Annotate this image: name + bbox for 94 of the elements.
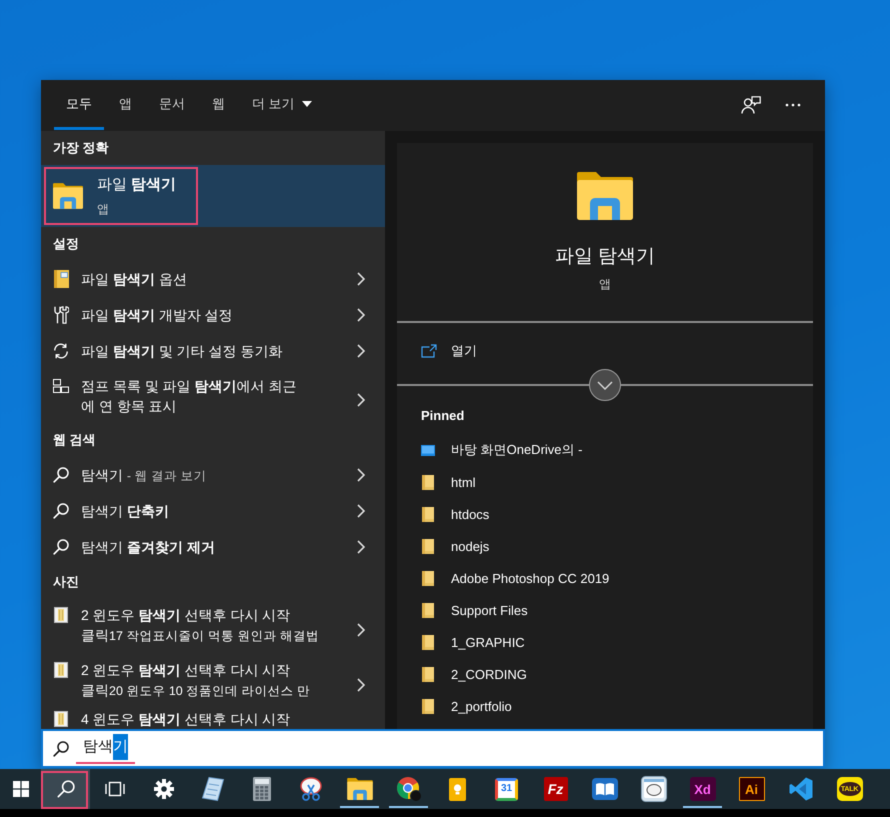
- section-heading: 웹 검색: [53, 431, 96, 449]
- taskbar-button[interactable]: Xd: [678, 769, 727, 809]
- pinned-item[interactable]: 2_CORDING: [451, 666, 527, 682]
- windows-logo-icon: [12, 781, 28, 797]
- taskbar-button[interactable]: 31: [482, 769, 531, 809]
- search-icon: [53, 740, 69, 756]
- search-icon: [53, 467, 69, 483]
- folder-icon: [422, 602, 434, 618]
- app-title: 파일 탐색기: [97, 175, 176, 195]
- calculator-icon: [252, 777, 270, 801]
- section-heading: 사진: [53, 573, 79, 591]
- tab[interactable]: 웹: [200, 80, 237, 130]
- notepad-icon: [202, 777, 224, 801]
- section-heading: 가장 정확: [53, 139, 109, 157]
- best-match-item[interactable]: 파일 탐색기 앱: [41, 165, 385, 227]
- search-field[interactable]: 탐색기: [41, 729, 825, 768]
- book-icon: [592, 778, 618, 800]
- tab[interactable]: 문서: [147, 80, 197, 130]
- settings-icon: [154, 779, 174, 799]
- open-external-icon: [421, 344, 437, 358]
- grid-icon: [53, 379, 69, 393]
- caret-down-icon: [302, 100, 312, 106]
- person-speech-icon: [741, 96, 761, 114]
- open-button[interactable]: 열기: [397, 333, 477, 369]
- pinned-item[interactable]: 1_GRAPHIC: [451, 634, 525, 650]
- image-file-icon: [54, 607, 68, 623]
- monitor-icon: [421, 444, 435, 456]
- result-text[interactable]: 탐색기 즐겨찾기 제거: [81, 537, 345, 557]
- pinned-item[interactable]: nodejs: [451, 538, 490, 554]
- folder-icon: [422, 570, 434, 586]
- pinned-item[interactable]: 2_portfolio: [451, 698, 512, 714]
- round-logo-icon: [396, 776, 422, 802]
- pinned-item[interactable]: Adobe Photoshop CC 2019: [451, 570, 610, 586]
- result-text[interactable]: 2 윈도우 탐색기 선택후 다시 시작 클릭20 윈도우 10 정품인데 라이선스 만: [81, 660, 345, 701]
- folder-icon: [422, 538, 434, 554]
- result-text[interactable]: 2 윈도우 탐색기 선택후 다시 시작 클릭 17 작업표시줄이 먹통 원인과 해결법: [81, 605, 345, 646]
- pinned-item[interactable]: htdocs: [451, 506, 490, 522]
- app-window-icon: [640, 776, 666, 802]
- letter-logo: Xd: [690, 777, 716, 801]
- result-text[interactable]: 파일 탐색기 개발자 설정: [81, 305, 345, 325]
- tab[interactable]: 앱: [107, 80, 144, 130]
- folder-icon: [53, 183, 83, 209]
- chevron-right-icon[interactable]: [357, 622, 365, 636]
- sync-icon: [53, 343, 69, 359]
- image-file-icon: [54, 662, 68, 678]
- chevron-right-icon[interactable]: [357, 272, 365, 286]
- chevron-right-icon[interactable]: [357, 504, 365, 518]
- result-text[interactable]: 점프 목록 및 파일 탐색기에서 최근 에 연 항목 표시: [81, 376, 345, 416]
- folder-document-icon: [54, 270, 68, 288]
- folder-icon: [422, 698, 434, 714]
- folder-icon: [346, 778, 372, 800]
- folder-icon: [422, 634, 434, 650]
- search-icon: [53, 539, 69, 555]
- task-view-icon: [104, 781, 124, 797]
- folder-icon: [577, 172, 633, 220]
- result-text[interactable]: 탐색기 단축키: [81, 501, 345, 521]
- pinned-item[interactable]: html: [451, 474, 476, 490]
- tab[interactable]: 더 보기: [240, 80, 324, 130]
- search-icon: [56, 780, 74, 798]
- calendar-logo: 31: [495, 778, 518, 800]
- chevron-right-icon[interactable]: [357, 308, 365, 322]
- search-query: 탐색기: [76, 734, 135, 764]
- scissors-icon: [298, 777, 322, 801]
- image-file-icon: [54, 711, 68, 727]
- app-title: 파일 탐색기: [554, 245, 656, 269]
- result-text[interactable]: 탐색기 - 웹 결과 보기: [81, 464, 345, 486]
- chevron-right-icon[interactable]: [357, 678, 365, 692]
- taskbar-button[interactable]: Fz: [531, 769, 580, 809]
- pinned-item[interactable]: 바탕 화면OneDrive의 -: [451, 441, 582, 459]
- folder-icon: [422, 474, 434, 490]
- tools-icon: [54, 306, 68, 324]
- lightbulb-icon: [449, 778, 466, 800]
- app-type: 앱: [97, 201, 110, 217]
- section-heading: 설정: [53, 235, 79, 253]
- letter-logo: Fz: [544, 777, 568, 801]
- pinned-item[interactable]: Support Files: [451, 602, 528, 618]
- more-icon: [785, 103, 801, 107]
- result-text[interactable]: 파일 탐색기 옵션: [81, 269, 345, 289]
- chevron-right-icon[interactable]: [357, 392, 365, 406]
- chevron-down-icon: [597, 380, 613, 390]
- chevron-right-icon[interactable]: [357, 540, 365, 554]
- folder-icon: [422, 666, 434, 682]
- chevron-right-icon[interactable]: [357, 344, 365, 358]
- chevron-right-icon[interactable]: [357, 468, 365, 482]
- search-icon: [53, 503, 69, 519]
- expand-button[interactable]: [589, 369, 621, 401]
- app-type: 앱: [599, 276, 611, 292]
- taskbar-button[interactable]: Ai: [727, 769, 776, 809]
- folder-icon: [422, 506, 434, 522]
- result-text[interactable]: 4 윈도우 탐색기 선택후 다시 시작: [81, 709, 365, 729]
- result-text[interactable]: 파일 탐색기 및 기타 설정 동기화: [81, 341, 345, 361]
- letter-logo: Ai: [738, 777, 764, 801]
- ribbon-logo-icon: [788, 777, 812, 801]
- section-heading: Pinned: [420, 407, 464, 425]
